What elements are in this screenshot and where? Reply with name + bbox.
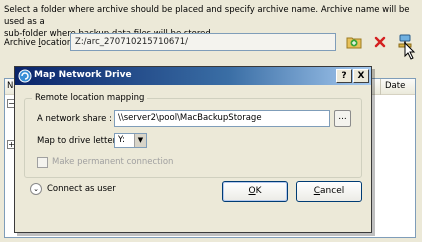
archive-location-input[interactable]: Z:/arc_270710215710671/	[70, 33, 336, 51]
drive-letter-label: Map to drive letter :	[37, 136, 122, 146]
close-button[interactable]: X	[353, 69, 369, 83]
mouse-cursor-icon	[404, 41, 416, 63]
connect-as-user-label[interactable]: Connect as user	[47, 184, 116, 194]
cancel-button[interactable]: Cancel	[296, 181, 362, 202]
browse-button[interactable]: ...	[334, 110, 351, 127]
expand-icon[interactable]: ⌄	[30, 183, 42, 195]
group-title: Remote location mapping	[32, 93, 148, 103]
new-folder-button[interactable]	[344, 32, 364, 52]
delete-icon	[374, 36, 386, 48]
new-folder-icon	[346, 37, 362, 49]
ok-button[interactable]: OK	[222, 181, 288, 202]
archive-location-label: Archive location:	[4, 38, 76, 48]
permanent-connection-label: Make permanent connection	[52, 157, 174, 167]
permanent-connection-checkbox[interactable]	[37, 157, 48, 168]
dialog-title: Map Network Drive	[34, 70, 132, 80]
network-share-label: A network share :	[37, 114, 112, 124]
dialog-app-icon	[18, 69, 32, 83]
help-button[interactable]: ?	[336, 69, 352, 83]
chevron-down-icon[interactable]: ▼	[134, 134, 146, 147]
delete-button[interactable]	[370, 32, 390, 52]
date-column-header[interactable]: Date	[380, 79, 415, 95]
network-share-input[interactable]: \\server2\pool\MacBackupStorage	[114, 110, 330, 127]
